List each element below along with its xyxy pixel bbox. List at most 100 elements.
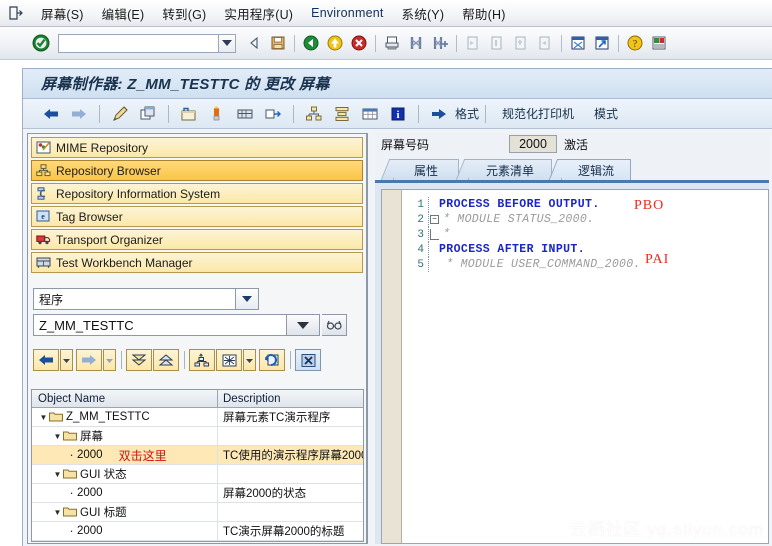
leaf-bullet-icon: · xyxy=(69,485,74,500)
code-editor[interactable]: 1 PROCESS BEFORE OUTPUT. 2 − * MODULE ST… xyxy=(381,189,769,544)
toolbar-separator xyxy=(290,351,291,369)
refresh-icon[interactable] xyxy=(259,349,285,371)
annotation-pai: PAI xyxy=(645,252,670,267)
tab-shape xyxy=(380,159,402,180)
tab-flow-logic[interactable]: 逻辑流 xyxy=(548,159,631,180)
command-field[interactable] xyxy=(58,33,218,53)
fold-collapse-icon[interactable]: − xyxy=(430,215,439,224)
sap-system-menu-icon[interactable] xyxy=(8,6,24,20)
tree-node-label: 2000 xyxy=(77,449,103,461)
save-disk-icon[interactable] xyxy=(267,32,289,54)
collapse-all-icon[interactable] xyxy=(153,349,179,371)
command-field-dropdown-icon[interactable] xyxy=(218,33,236,53)
back-arrow-icon[interactable] xyxy=(33,349,59,371)
window-body: MIME Repository Repository Browser Repos… xyxy=(23,130,772,546)
line-number: 1 xyxy=(417,198,424,211)
expand-triangle-icon[interactable]: ▼ xyxy=(52,470,63,479)
sidebar-item-label: Test Workbench Manager xyxy=(56,255,193,270)
object-type-select-value[interactable]: 程序 xyxy=(33,288,236,310)
format-arrow-icon[interactable] xyxy=(427,102,451,126)
table-row[interactable]: ▼ GUI 状态 xyxy=(32,465,363,484)
standard-printer-button[interactable]: 规范化打印机 xyxy=(492,105,584,122)
customize-local-layout-icon[interactable] xyxy=(648,32,670,54)
code-line: 1 PROCESS BEFORE OUTPUT. xyxy=(402,197,768,212)
table-row[interactable]: · 2000 TC演示屏幕2000的标题 xyxy=(32,522,363,541)
table-row[interactable]: · 2000 屏幕2000的状态 xyxy=(32,484,363,503)
close-blue-icon[interactable] xyxy=(295,349,321,371)
create-session-icon[interactable] xyxy=(567,32,589,54)
code-area[interactable]: 1 PROCESS BEFORE OUTPUT. 2 − * MODULE ST… xyxy=(402,190,768,543)
sidebar-item-mime-repository[interactable]: MIME Repository xyxy=(31,137,363,158)
help-icon[interactable]: ? xyxy=(624,32,646,54)
cancel-red-icon[interactable] xyxy=(348,32,370,54)
flow-logic-editor-container: 1 PROCESS BEFORE OUTPUT. 2 − * MODULE ST… xyxy=(375,183,769,544)
tree-node-label: 2000 xyxy=(77,487,103,499)
expand-all-icon[interactable] xyxy=(126,349,152,371)
layout-icon[interactable] xyxy=(261,102,285,126)
object-list-icon[interactable] xyxy=(189,349,215,371)
exit-yellow-icon[interactable] xyxy=(324,32,346,54)
format-button-label[interactable]: 格式 xyxy=(455,105,479,122)
code-text: * xyxy=(443,228,451,241)
menu-item-utilities[interactable]: 实用程序(U) xyxy=(215,3,302,24)
mode-button[interactable]: 模式 xyxy=(584,105,628,122)
back-arrow-icon[interactable] xyxy=(39,102,63,126)
table-row[interactable]: ▼ Z_MM_TESTTC 屏幕元素TC演示程序 xyxy=(32,408,363,427)
table-row[interactable]: ▼ GUI 标题 xyxy=(32,503,363,522)
stack-icon[interactable] xyxy=(330,102,354,126)
expand-triangle-icon[interactable]: ▼ xyxy=(52,508,63,517)
search-help-glasses-icon[interactable] xyxy=(322,314,347,336)
code-line: 4 PROCESS AFTER INPUT. xyxy=(402,242,768,257)
green-check-enter-icon[interactable] xyxy=(32,34,50,52)
menu-item-environment[interactable]: Environment xyxy=(302,5,392,21)
sidebar-item-test-workbench-manager[interactable]: Test Workbench Manager xyxy=(31,252,363,273)
find-icon[interactable] xyxy=(405,32,427,54)
forward-arrow-icon[interactable] xyxy=(76,349,102,371)
object-name-input[interactable]: Z_MM_TESTTC xyxy=(33,314,287,336)
column-header-description[interactable]: Description xyxy=(218,390,363,407)
flow-logic-icon[interactable] xyxy=(233,102,257,126)
menu-item-help[interactable]: 帮助(H) xyxy=(453,3,514,24)
table-row[interactable]: · 2000 双击这里 TC使用的演示程序屏幕2000 xyxy=(32,446,363,465)
hierarchy-icon[interactable] xyxy=(302,102,326,126)
forward-arrow-icon[interactable] xyxy=(67,102,91,126)
sidebar-item-transport-organizer[interactable]: Transport Organizer xyxy=(31,229,363,250)
table-row[interactable]: ▼ 屏幕 xyxy=(32,427,363,446)
pencil-edit-icon[interactable] xyxy=(108,102,132,126)
menu-item-system[interactable]: 系统(Y) xyxy=(393,3,454,24)
screen-number-value[interactable]: 2000 xyxy=(509,135,558,153)
expand-triangle-icon[interactable]: ▼ xyxy=(52,432,63,441)
info-icon[interactable]: i xyxy=(386,102,410,126)
back-arrow-icon[interactable] xyxy=(243,32,265,54)
print-icon[interactable] xyxy=(381,32,403,54)
copy-screen-icon[interactable] xyxy=(136,102,160,126)
system-toolbar: ? xyxy=(0,27,772,60)
create-shortcut-icon[interactable] xyxy=(591,32,613,54)
table-icon[interactable] xyxy=(358,102,382,126)
tree-node-label: 屏幕 xyxy=(80,431,103,443)
object-name-row: Z_MM_TESTTC xyxy=(33,314,361,336)
chevron-down-icon[interactable] xyxy=(287,314,320,336)
object-tree: Object Name Description ▼ Z_MM_TESTTC 屏幕… xyxy=(31,389,364,542)
chevron-down-icon[interactable] xyxy=(236,288,259,310)
column-header-object-name[interactable]: Object Name xyxy=(32,390,218,407)
sidebar-item-repository-browser[interactable]: Repository Browser xyxy=(31,160,363,181)
tab-attributes[interactable]: 属性 xyxy=(380,159,459,180)
find-next-icon[interactable] xyxy=(429,32,451,54)
forward-dropdown-icon[interactable] xyxy=(103,349,116,371)
select-all-icon[interactable] xyxy=(216,349,242,371)
sidebar-item-repository-information-system[interactable]: Repository Information System xyxy=(31,183,363,204)
tree-cell-description: TC演示屏幕2000的标题 xyxy=(223,526,345,538)
select-all-dropdown-icon[interactable] xyxy=(243,349,256,371)
back-dropdown-icon[interactable] xyxy=(60,349,73,371)
back-green-icon[interactable] xyxy=(300,32,322,54)
menu-item-screen[interactable]: 屏幕(S) xyxy=(32,3,93,24)
menu-item-edit[interactable]: 编辑(E) xyxy=(93,3,154,24)
attributes-icon[interactable] xyxy=(177,102,201,126)
element-list-icon[interactable] xyxy=(205,102,229,126)
menu-item-goto[interactable]: 转到(G) xyxy=(153,3,215,24)
sidebar-item-tag-browser[interactable]: e Tag Browser xyxy=(31,206,363,227)
application-toolbar: i 格式 规范化打印机 模式 xyxy=(23,99,772,129)
expand-triangle-icon[interactable]: ▼ xyxy=(38,413,49,422)
tab-element-list[interactable]: 元素清单 xyxy=(455,159,552,180)
